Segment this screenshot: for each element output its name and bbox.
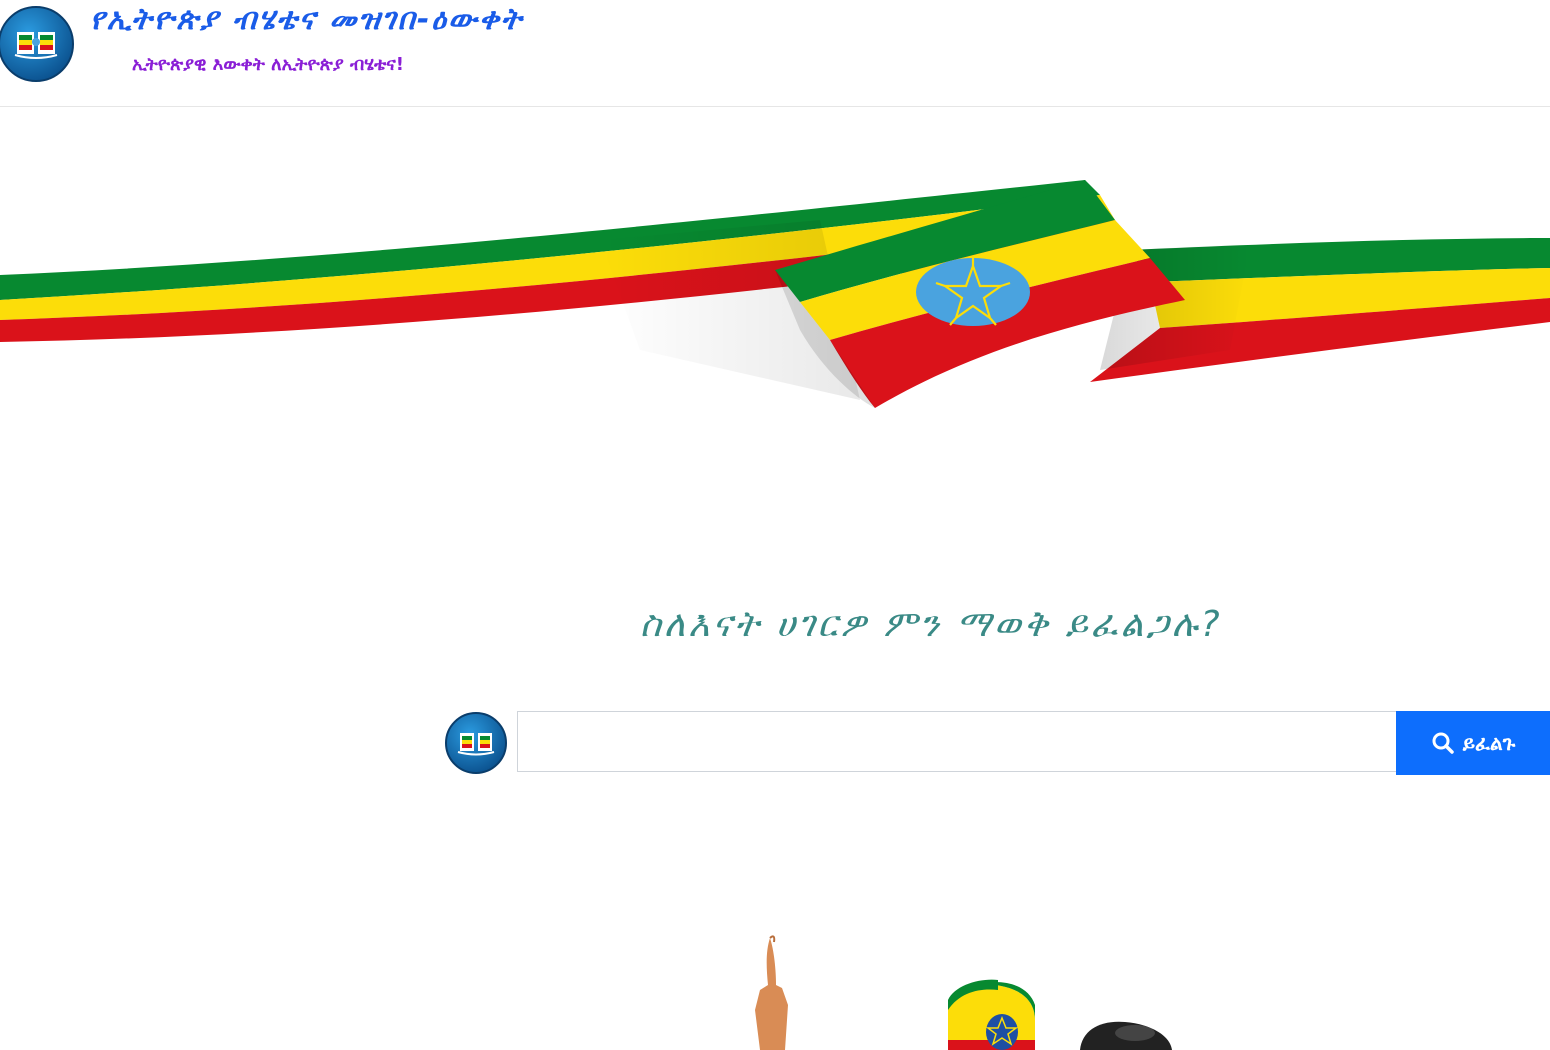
- search-input[interactable]: [517, 711, 1396, 772]
- search-button-label: ይፈልጉ: [1462, 731, 1516, 755]
- site-header: የኢትዮጵያ ብሄቴና መዝገበ-ዕውቀት ኢትዮጵያዊ እውቀት ለኢትዮጵያ…: [0, 0, 1550, 107]
- site-tagline: ኢትዮጵያዊ እውቀት ለኢትዮጵያ ብሄቴና!: [132, 54, 404, 75]
- search-button[interactable]: ይፈልጉ: [1396, 711, 1550, 775]
- search-icon: [1432, 732, 1454, 754]
- search-question-heading: ስለእናት ሀገርዎ ምን ማወቅ ይፈልጋሉ?: [640, 604, 1223, 645]
- people-illustration: [755, 935, 1172, 1050]
- search-logo-icon: [445, 712, 507, 774]
- page: የኢትዮጵያ ብሄቴና መዝገበ-ዕውቀት ኢትዮጵያዊ እውቀት ለኢትዮጵያ…: [0, 0, 1550, 1050]
- site-title[interactable]: የኢትዮጵያ ብሄቴና መዝገበ-ዕውቀት: [90, 2, 523, 37]
- site-logo-icon[interactable]: [0, 5, 75, 83]
- flag-ribbon-banner: [0, 180, 1550, 408]
